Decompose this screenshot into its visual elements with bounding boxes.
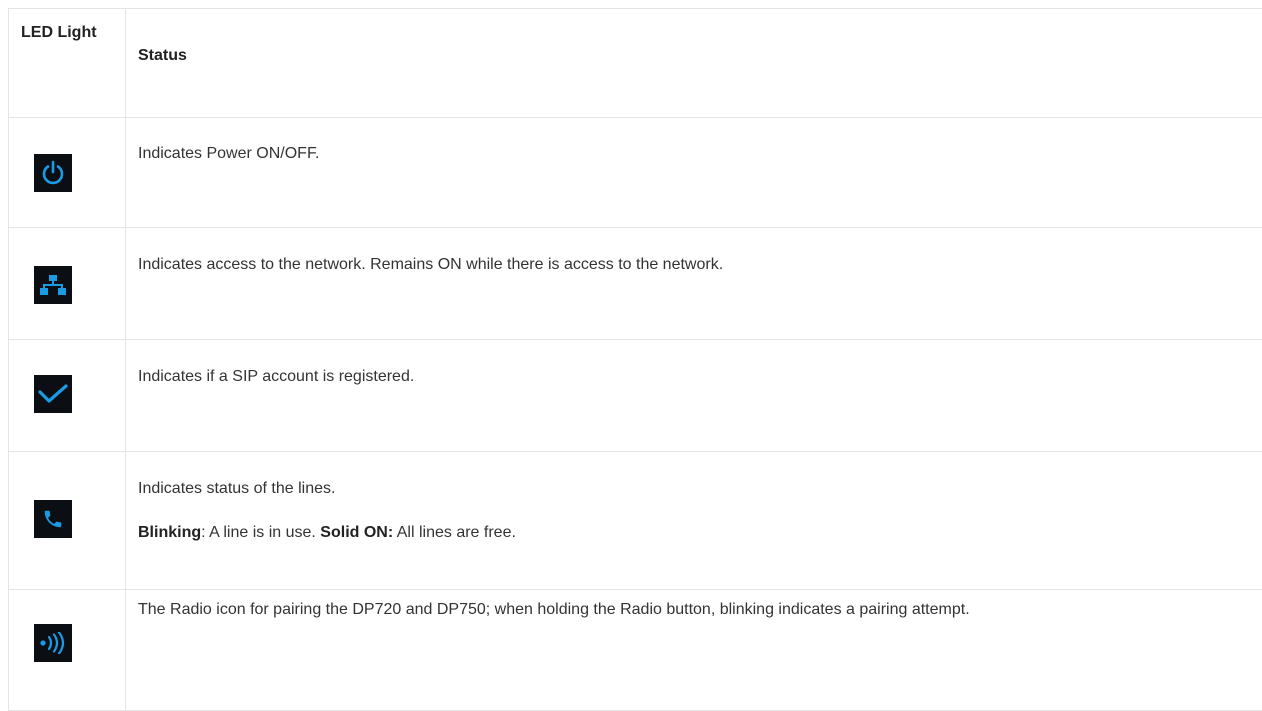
status-text: The Radio icon for pairing the DP720 and… bbox=[126, 590, 1262, 623]
status-text: Indicates status of the lines. bbox=[138, 476, 1260, 502]
led-icon-cell bbox=[9, 340, 126, 452]
status-cell: Indicates status of the lines. Blinking:… bbox=[126, 452, 1262, 590]
column-header-status: Status bbox=[126, 9, 1262, 118]
status-text: Indicates Power ON/OFF. bbox=[126, 118, 1262, 167]
status-cell: Indicates Power ON/OFF. bbox=[126, 118, 1262, 228]
led-icon-cell bbox=[9, 452, 126, 590]
led-status-table-wrapper: LED Light Status Indicat bbox=[8, 8, 1262, 711]
radio-icon bbox=[34, 624, 72, 662]
solid-on-label: Solid ON: bbox=[320, 524, 393, 541]
phone-icon bbox=[34, 500, 72, 538]
status-cell: Indicates if a SIP account is registered… bbox=[126, 340, 1262, 452]
led-status-table: LED Light Status Indicat bbox=[8, 8, 1262, 711]
network-icon bbox=[34, 266, 72, 304]
table-row: Indicates access to the network. Remains… bbox=[9, 228, 1262, 340]
status-cell: Indicates access to the network. Remains… bbox=[126, 228, 1262, 340]
power-icon bbox=[34, 154, 72, 192]
status-cell: The Radio icon for pairing the DP720 and… bbox=[126, 590, 1262, 711]
column-header-led-light-label: LED Light bbox=[9, 9, 125, 45]
table-row: Indicates status of the lines. Blinking:… bbox=[9, 452, 1262, 590]
led-icon-cell bbox=[9, 228, 126, 340]
table-row: Indicates Power ON/OFF. bbox=[9, 118, 1262, 228]
solid-on-text: All lines are free. bbox=[393, 524, 516, 541]
table-row: Indicates if a SIP account is registered… bbox=[9, 340, 1262, 452]
table-header-row: LED Light Status bbox=[9, 9, 1262, 118]
column-header-led-light: LED Light bbox=[9, 9, 126, 118]
checkmark-icon bbox=[34, 375, 72, 413]
status-text: Indicates access to the network. Remains… bbox=[126, 228, 1262, 278]
led-icon-cell bbox=[9, 118, 126, 228]
status-detail: Blinking: A line is in use. Solid ON: Al… bbox=[138, 520, 1260, 546]
blinking-label: Blinking bbox=[138, 524, 201, 541]
blinking-text: : A line is in use. bbox=[201, 524, 320, 541]
status-text: Indicates if a SIP account is registered… bbox=[126, 340, 1262, 390]
led-icon-cell bbox=[9, 590, 126, 711]
table-row: The Radio icon for pairing the DP720 and… bbox=[9, 590, 1262, 711]
column-header-status-label: Status bbox=[126, 9, 1262, 68]
status-text-block: Indicates status of the lines. Blinking:… bbox=[126, 452, 1262, 546]
